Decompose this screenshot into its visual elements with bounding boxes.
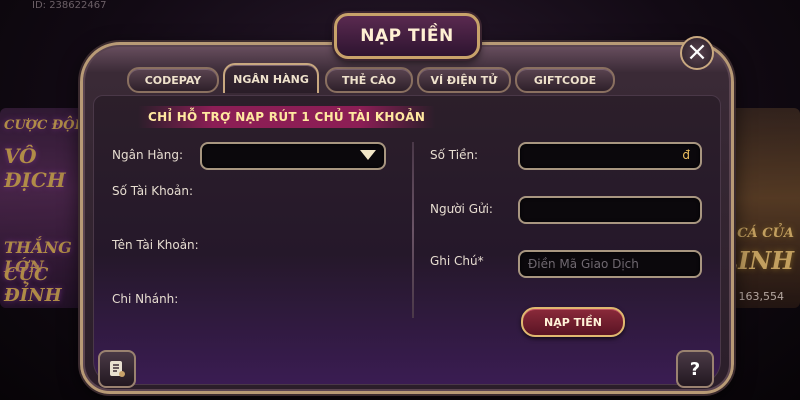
receipt-icon (110, 361, 125, 377)
deposit-dialog: CODEPAY NGÂN HÀNG THẺ CÀO VÍ ĐIỆN TỬ GIF… (80, 42, 734, 394)
tab-bank[interactable]: NGÂN HÀNG (223, 63, 319, 93)
sender-input[interactable] (520, 198, 700, 222)
sender-label: Người Gửi: (430, 202, 493, 216)
dialog-title: NẠP TIỀN (334, 13, 480, 59)
account-number-label: Số Tài Khoản: (112, 184, 194, 198)
banner-line: CƯỢC ĐỘI (4, 118, 81, 133)
coin-balance: 163,554 (726, 290, 785, 303)
help-button[interactable]: ? (676, 350, 714, 388)
note-field[interactable] (518, 250, 702, 278)
account-name-label: Tên Tài Khoản: (112, 238, 199, 252)
form-divider (412, 142, 414, 318)
note-input[interactable] (520, 252, 700, 276)
chevron-down-icon (360, 150, 376, 160)
deposit-submit-button[interactable]: NẠP TIỀN (521, 307, 625, 337)
sender-field[interactable] (518, 196, 702, 224)
bank-select[interactable] (200, 142, 386, 170)
tab-ewallet[interactable]: VÍ ĐIỆN TỬ (417, 67, 511, 93)
history-button[interactable] (98, 350, 136, 388)
branch-label: Chi Nhánh: (112, 292, 179, 306)
bank-deposit-panel: CHỈ HỖ TRỢ NẠP RÚT 1 CHỦ TÀI KHOẢN Ngân … (93, 95, 721, 385)
close-button[interactable]: × (680, 36, 714, 70)
note-label: Ghi Chú* (430, 254, 484, 268)
bank-label: Ngân Hàng: (112, 148, 184, 162)
coin-balance-value: 163,554 (738, 290, 785, 303)
tab-giftcode[interactable]: GIFTCODE (515, 67, 615, 93)
amount-field[interactable]: đ (518, 142, 702, 170)
amount-label: Số Tiền: (430, 148, 479, 162)
bank-select-value[interactable] (202, 144, 384, 168)
tab-bar: CODEPAY NGÂN HÀNG THẺ CÀO VÍ ĐIỆN TỬ GIF… (123, 61, 693, 93)
amount-input[interactable] (520, 144, 700, 168)
tab-card[interactable]: THẺ CÀO (325, 67, 413, 93)
currency-symbol: đ (682, 148, 690, 162)
notice-banner: CHỈ HỖ TRỢ NẠP RÚT 1 CHỦ TÀI KHOẢN (138, 106, 436, 128)
banner-line: CÁ CỦA (737, 226, 794, 241)
tab-codepay[interactable]: CODEPAY (127, 67, 219, 93)
player-id: ID: 238622467 (32, 0, 107, 11)
